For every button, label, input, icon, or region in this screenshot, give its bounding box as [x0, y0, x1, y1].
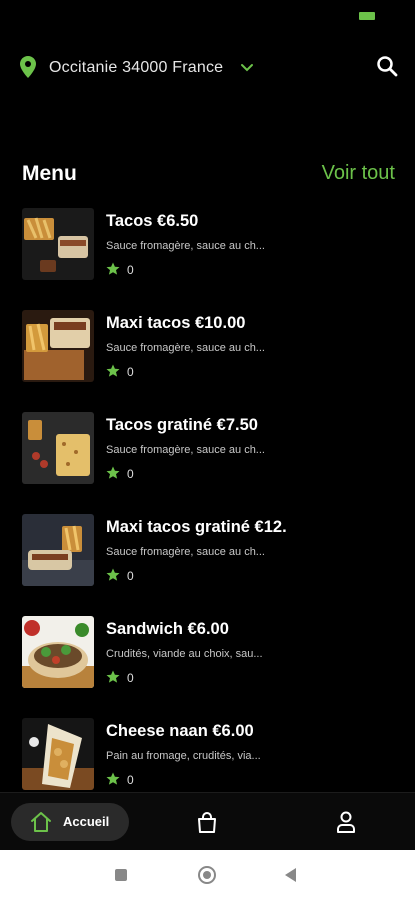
star-icon [106, 466, 120, 479]
see-all-link[interactable]: Voir tout [322, 162, 395, 185]
menu-item[interactable]: Maxi tacos €10.00 Sauce fromagère, sauce… [0, 310, 415, 412]
item-description: Sauce fromagère, sauce au ch... [106, 342, 265, 354]
status-bar [0, 0, 415, 34]
food-image [22, 310, 94, 382]
back-button[interactable] [285, 868, 296, 882]
chevron-down-icon[interactable] [239, 60, 255, 76]
rating-count: 0 [127, 773, 134, 787]
rating-count: 0 [127, 569, 134, 583]
star-icon [106, 364, 120, 377]
rating-count: 0 [127, 263, 134, 277]
menu-list: Tacos €6.50 Sauce fromagère, sauce au ch… [0, 208, 415, 792]
food-image [22, 514, 94, 586]
food-image [22, 208, 94, 280]
menu-item[interactable]: Tacos €6.50 Sauce fromagère, sauce au ch… [0, 208, 415, 310]
section-title: Menu [22, 162, 77, 185]
food-image [22, 412, 94, 484]
star-icon [106, 772, 120, 785]
shopping-bag-icon[interactable] [196, 811, 218, 833]
rating-count: 0 [127, 365, 134, 379]
item-description: Sauce fromagère, sauce au ch... [106, 546, 265, 558]
menu-item[interactable]: Maxi tacos gratiné €12. Sauce fromagère,… [0, 514, 415, 616]
header: Occitanie 34000 France [0, 52, 415, 84]
rating-count: 0 [127, 671, 134, 685]
nav-home-label: Accueil [63, 814, 110, 829]
item-description: Crudités, viande au choix, sau... [106, 648, 263, 660]
rating-count: 0 [127, 467, 134, 481]
star-icon [106, 670, 120, 683]
item-description: Sauce fromagère, sauce au ch... [106, 444, 265, 456]
food-image [22, 616, 94, 688]
recent-apps-button[interactable] [115, 869, 127, 881]
battery-icon [359, 12, 375, 20]
search-icon[interactable] [376, 55, 398, 77]
menu-item[interactable]: Tacos gratiné €7.50 Sauce fromagère, sau… [0, 412, 415, 514]
item-description: Pain au fromage, crudités, via... [106, 750, 261, 762]
item-description: Sauce fromagère, sauce au ch... [106, 240, 265, 252]
food-image [22, 718, 94, 790]
menu-item[interactable]: Sandwich €6.00 Crudités, viande au choix… [0, 616, 415, 718]
item-title: Tacos gratiné €7.50 [106, 416, 258, 434]
home-icon [31, 812, 51, 832]
item-title: Tacos €6.50 [106, 212, 199, 230]
item-title: Maxi tacos gratiné €12. [106, 518, 287, 536]
location-label[interactable]: Occitanie 34000 France [49, 59, 223, 77]
map-pin-icon[interactable] [20, 56, 36, 78]
user-icon[interactable] [336, 811, 356, 833]
item-title: Sandwich €6.00 [106, 620, 229, 638]
star-icon [106, 568, 120, 581]
menu-item[interactable]: Cheese naan €6.00 Pain au fromage, crudi… [0, 718, 415, 792]
nav-home-button[interactable]: Accueil [11, 803, 129, 841]
bottom-nav: Accueil [0, 792, 415, 850]
system-nav-bar [0, 850, 415, 900]
home-system-button[interactable] [198, 866, 216, 884]
star-icon [106, 262, 120, 275]
item-title: Cheese naan €6.00 [106, 722, 254, 740]
item-title: Maxi tacos €10.00 [106, 314, 246, 332]
